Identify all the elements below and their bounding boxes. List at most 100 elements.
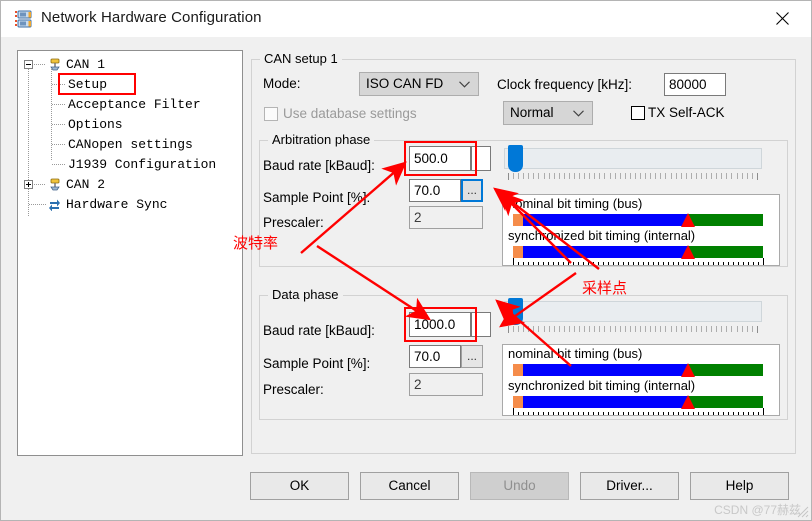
arb-timing-ruler — [513, 257, 771, 265]
sample-point-marker — [681, 363, 695, 377]
tree-item-j1939-configuration[interactable]: J1939 Configuration — [18, 155, 242, 175]
resize-grip-icon[interactable] — [795, 504, 809, 518]
chevron-down-icon — [459, 73, 470, 95]
data-slider-groove[interactable] — [504, 301, 762, 322]
driver-button[interactable]: Driver... — [580, 472, 679, 500]
data-nominal-caption: nominal bit timing (bus) — [508, 346, 643, 361]
tree-item-can-1[interactable]: CAN 1 — [18, 55, 242, 75]
mode-combobox[interactable]: ISO CAN FD — [359, 72, 479, 96]
arb-bit-timing-diagram: nominal bit timing (bus) synchronized bi… — [502, 194, 780, 266]
data-bit-timing-diagram: nominal bit timing (bus) synchronized bi… — [502, 344, 780, 416]
help-button[interactable]: Help — [690, 472, 789, 500]
undo-button: Undo — [470, 472, 569, 500]
data-sample-point-input[interactable]: 70.0 — [409, 345, 461, 368]
arb-sample-point-browse-button[interactable]: ... — [461, 179, 483, 202]
tx-self-ack-label: TX Self-ACK — [648, 105, 725, 120]
tree-line — [29, 204, 46, 205]
collapse-icon[interactable] — [24, 60, 33, 69]
tree-item-label: J1939 Configuration — [68, 157, 217, 172]
device-tree: CAN 1 Setup Acceptance Filter Options CA… — [18, 55, 242, 217]
network-hardware-configuration-window: Network Hardware Configuration CAN 1 Set… — [0, 0, 812, 521]
arb-sample-point-slider[interactable] — [504, 146, 762, 182]
ok-button[interactable]: OK — [250, 472, 349, 500]
arb-sample-point-input[interactable]: 70.0 — [409, 179, 461, 202]
clock-frequency-input[interactable]: 80000 — [664, 73, 726, 96]
acknowledge-mode-value: Normal — [510, 105, 554, 120]
data-slider-ticks — [508, 326, 758, 333]
arbitration-phase-group-title: Arbitration phase — [268, 132, 375, 147]
tree-line — [52, 84, 66, 85]
bit-sync-segment — [513, 364, 523, 376]
tree-line — [34, 184, 46, 185]
sample-point-annotation-label: 采样点 — [582, 279, 628, 297]
arb-prescaler-label: Prescaler: — [263, 215, 324, 230]
tree-item-hardware-sync[interactable]: Hardware Sync — [18, 195, 242, 215]
expand-icon[interactable] — [24, 180, 33, 189]
bit-phase2-segment — [688, 214, 763, 226]
sample-point-marker — [681, 213, 695, 227]
tree-item-label: Setup — [68, 77, 108, 92]
tree-item-label: Acceptance Filter — [68, 97, 201, 112]
can-channel-icon — [48, 178, 62, 191]
bit-prop-segment — [523, 364, 688, 376]
cancel-button[interactable]: Cancel — [360, 472, 459, 500]
bit-sync-segment — [513, 214, 523, 226]
device-tree-panel[interactable]: CAN 1 Setup Acceptance Filter Options CA… — [17, 50, 243, 456]
use-database-settings-checkbox[interactable] — [264, 107, 278, 121]
tree-item-acceptance-filter[interactable]: Acceptance Filter — [18, 95, 242, 115]
watermark-text: CSDN @77赫兹 — [714, 503, 801, 517]
arb-baud-rate-annotation-box — [404, 141, 477, 176]
close-icon[interactable] — [759, 1, 805, 35]
tree-item-can-2[interactable]: CAN 2 — [18, 175, 242, 195]
data-prescaler-label: Prescaler: — [263, 382, 324, 397]
tree-line — [52, 144, 66, 145]
tree-item-label: CAN 1 — [66, 57, 106, 72]
mode-combobox-value: ISO CAN FD — [366, 76, 444, 91]
bit-prop-segment — [523, 214, 688, 226]
window-title: Network Hardware Configuration — [41, 9, 262, 26]
tree-item-label: Hardware Sync — [66, 197, 168, 212]
data-timing-ruler — [513, 407, 771, 415]
data-nominal-bar — [513, 363, 763, 377]
arb-prescaler-input: 2 — [409, 206, 483, 229]
tree-item-label: CANopen settings — [68, 137, 193, 152]
data-baud-rate-label: Baud rate [kBaud]: — [263, 323, 375, 338]
data-sample-point-slider[interactable] — [504, 299, 762, 335]
bit-phase2-segment — [688, 364, 763, 376]
arb-slider-groove[interactable] — [504, 148, 762, 169]
arb-slider-ticks — [508, 173, 758, 180]
arb-sync-caption: synchronized bit timing (internal) — [508, 228, 696, 243]
arb-nominal-caption: nominal bit timing (bus) — [508, 196, 643, 211]
tree-item-label: CAN 2 — [66, 177, 106, 192]
tree-line — [52, 164, 66, 165]
clock-frequency-label: Clock frequency [kHz]: — [497, 77, 633, 92]
data-slider-thumb[interactable] — [509, 299, 522, 324]
arb-sample-point-label: Sample Point [%]: — [263, 190, 371, 205]
data-baud-rate-annotation-box — [404, 307, 477, 342]
network-hardware-icon — [14, 10, 34, 28]
data-prescaler-input: 2 — [409, 373, 483, 396]
acknowledge-mode-combobox[interactable]: Normal — [503, 101, 593, 125]
tree-line — [52, 124, 66, 125]
tree-line — [52, 104, 66, 105]
chevron-down-icon — [573, 102, 584, 124]
use-database-settings-label: Use database settings — [283, 106, 417, 121]
can-setup-group-title: CAN setup 1 — [260, 51, 342, 66]
can-channel-icon — [48, 58, 62, 71]
tree-line — [34, 64, 46, 65]
tree-item-options[interactable]: Options — [18, 115, 242, 135]
data-phase-group-title: Data phase — [268, 287, 343, 302]
title-bar: Network Hardware Configuration — [1, 1, 811, 38]
data-sync-caption: synchronized bit timing (internal) — [508, 378, 696, 393]
data-sample-point-label: Sample Point [%]: — [263, 356, 371, 371]
baud-rate-annotation-label: 波特率 — [233, 234, 279, 252]
tree-item-setup[interactable]: Setup — [18, 75, 242, 95]
tree-item-canopen-settings[interactable]: CANopen settings — [18, 135, 242, 155]
mode-label: Mode: — [263, 76, 301, 91]
tx-self-ack-checkbox[interactable] — [631, 106, 645, 120]
data-sample-point-browse-button[interactable]: ... — [461, 345, 483, 368]
arb-slider-thumb[interactable] — [509, 146, 522, 171]
arb-nominal-bar — [513, 213, 763, 227]
hardware-sync-icon — [48, 198, 61, 212]
tree-item-label: Options — [68, 117, 123, 132]
